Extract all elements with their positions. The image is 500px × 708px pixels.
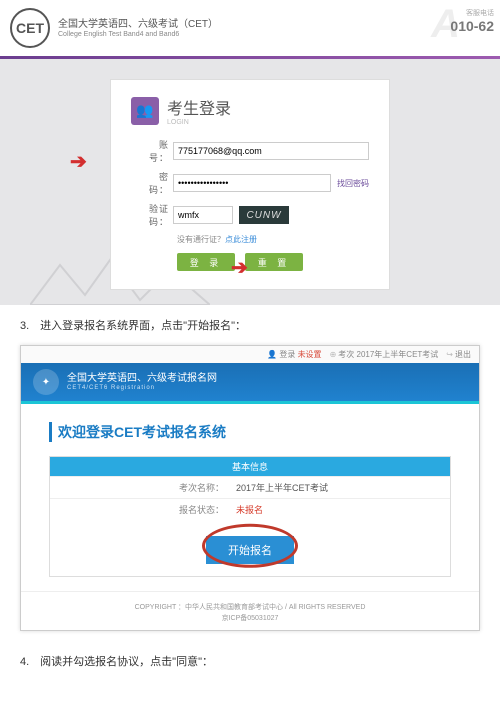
info-box: 基本信息 考次名称： 2017年上半年CET考试 报名状态： 未报名 开始报名 bbox=[49, 456, 451, 577]
banner: ✦ 全国大学英语四、六级考试报名网 CET4/CET6 Registration bbox=[21, 363, 479, 401]
status-value: 未报名 bbox=[230, 499, 269, 520]
footer: COPYRIGHT ：中华人民共和国教育部考试中心 / All RIGHTS R… bbox=[21, 591, 479, 630]
copyright-text: COPYRIGHT ：中华人民共和国教育部考试中心 / All RIGHTS R… bbox=[21, 602, 479, 613]
arrow-indicator-2: ➔ bbox=[231, 255, 248, 280]
reset-button[interactable]: 重 置 bbox=[245, 253, 303, 271]
hotline-number: 010-62 bbox=[450, 18, 494, 34]
password-input[interactable] bbox=[173, 174, 331, 192]
info-header: 基本信息 bbox=[50, 457, 450, 476]
captcha-label: 验证码： bbox=[131, 202, 173, 228]
account-input[interactable] bbox=[173, 142, 369, 160]
header-title-cn: 全国大学英语四、六级考试（CET） bbox=[58, 18, 218, 31]
page-header: A CET 全国大学英语四、六级考试（CET） College English … bbox=[0, 0, 500, 56]
password-label: 密 码： bbox=[131, 170, 173, 196]
banner-title-en: CET4/CET6 Registration bbox=[67, 385, 217, 391]
topbar-exam-label: 考次 bbox=[338, 350, 354, 359]
exam-icon: ⊕ bbox=[330, 350, 337, 359]
step-3-text: 3. 进入登录报名系统界面，点击"开始报名"： bbox=[0, 305, 500, 345]
account-label: 账 号： bbox=[131, 138, 173, 164]
banner-title-cn: 全国大学英语四、六级考试报名网 bbox=[67, 373, 217, 385]
login-section: ➔ 👥 考生登录 LOGIN 账 号： 密 码： 找回密码 验证码： bbox=[0, 59, 500, 305]
start-registration-button[interactable]: 开始报名 bbox=[206, 536, 294, 564]
hotline-label: 客服电话 bbox=[450, 8, 494, 18]
login-button[interactable]: 登 录 bbox=[177, 253, 235, 271]
register-link[interactable]: 点此注册 bbox=[225, 235, 257, 244]
header-title-en: College English Test Band4 and Band6 bbox=[58, 31, 218, 38]
logout-link[interactable]: ↪退出 bbox=[446, 349, 471, 360]
login-card: 👥 考生登录 LOGIN 账 号： 密 码： 找回密码 验证码： CUNW bbox=[110, 79, 390, 290]
login-user-icon: 👥 bbox=[131, 97, 159, 125]
topbar-login-label: 登录 bbox=[279, 350, 295, 359]
welcome-heading: 欢迎登录CET考试报名系统 bbox=[49, 422, 451, 442]
captcha-image[interactable]: CUNW bbox=[239, 206, 289, 224]
login-title: 考生登录 bbox=[167, 95, 231, 119]
login-subtitle: LOGIN bbox=[167, 119, 231, 126]
arrow-indicator-1: ➔ bbox=[70, 149, 87, 174]
top-bar: 👤登录 未设置 ⊕考次 2017年上半年CET考试 ↪退出 bbox=[21, 346, 479, 363]
banner-logo-icon: ✦ bbox=[33, 369, 59, 395]
user-icon: 👤 bbox=[267, 350, 277, 359]
forgot-password-link[interactable]: 找回密码 bbox=[337, 178, 369, 189]
exam-name-value: 2017年上半年CET考试 bbox=[230, 477, 334, 498]
exam-name-label: 考次名称： bbox=[50, 477, 230, 498]
captcha-input[interactable] bbox=[173, 206, 233, 224]
topbar-exam-value: 2017年上半年CET考试 bbox=[357, 350, 439, 359]
no-pass-text: 没有通行证？ bbox=[177, 235, 225, 244]
step-4-text: 4. 阅读并勾选报名协议，点击"同意"： bbox=[0, 641, 500, 681]
topbar-unset: 未设置 bbox=[298, 350, 322, 359]
registration-section: 👤登录 未设置 ⊕考次 2017年上半年CET考试 ↪退出 ✦ 全国大学英语四、… bbox=[20, 345, 480, 631]
icp-text: 京ICP备05031027 bbox=[21, 613, 479, 624]
status-label: 报名状态： bbox=[50, 499, 230, 520]
logout-icon: ↪ bbox=[446, 350, 453, 359]
register-row: 没有通行证？点此注册 bbox=[177, 234, 369, 245]
cet-logo: CET bbox=[10, 8, 50, 48]
